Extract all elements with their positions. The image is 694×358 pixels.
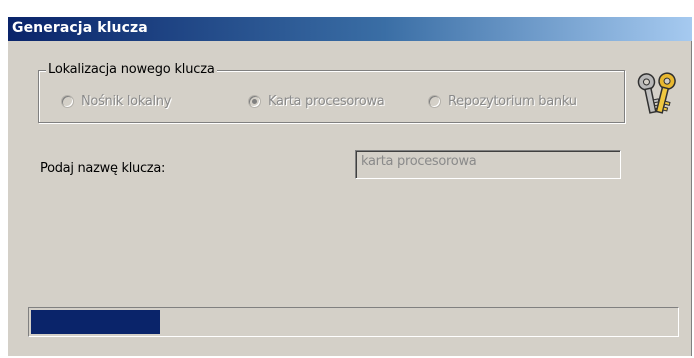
progress-fill (31, 310, 160, 334)
key-generation-dialog: Generacja klucza Lokalizacja nowego kluc… (8, 17, 692, 356)
progress-bar (28, 307, 679, 337)
radio-indicator (61, 95, 74, 108)
window-title: Generacja klucza (12, 20, 148, 36)
radio-smart-card[interactable]: Karta procesorowa (248, 94, 385, 109)
keys-icon (637, 72, 676, 114)
radio-label: Repozytorium banku (448, 94, 577, 109)
title-bar[interactable]: Generacja klucza (8, 17, 692, 41)
radio-label: Karta procesorowa (268, 94, 385, 109)
radio-indicator (428, 95, 441, 108)
radio-local-media[interactable]: Nośnik lokalny (61, 94, 171, 109)
key-name-input[interactable]: karta procesorowa (355, 150, 621, 179)
key-name-label: Podaj nazwę klucza: (40, 161, 166, 176)
radio-bank-repository[interactable]: Repozytorium banku (428, 94, 577, 109)
radio-indicator (248, 95, 261, 108)
key-location-legend: Lokalizacja nowego klucza (46, 62, 217, 77)
key-location-group: Lokalizacja nowego klucza Nośnik lokalny… (38, 62, 625, 123)
radio-label: Nośnik lokalny (81, 94, 172, 109)
